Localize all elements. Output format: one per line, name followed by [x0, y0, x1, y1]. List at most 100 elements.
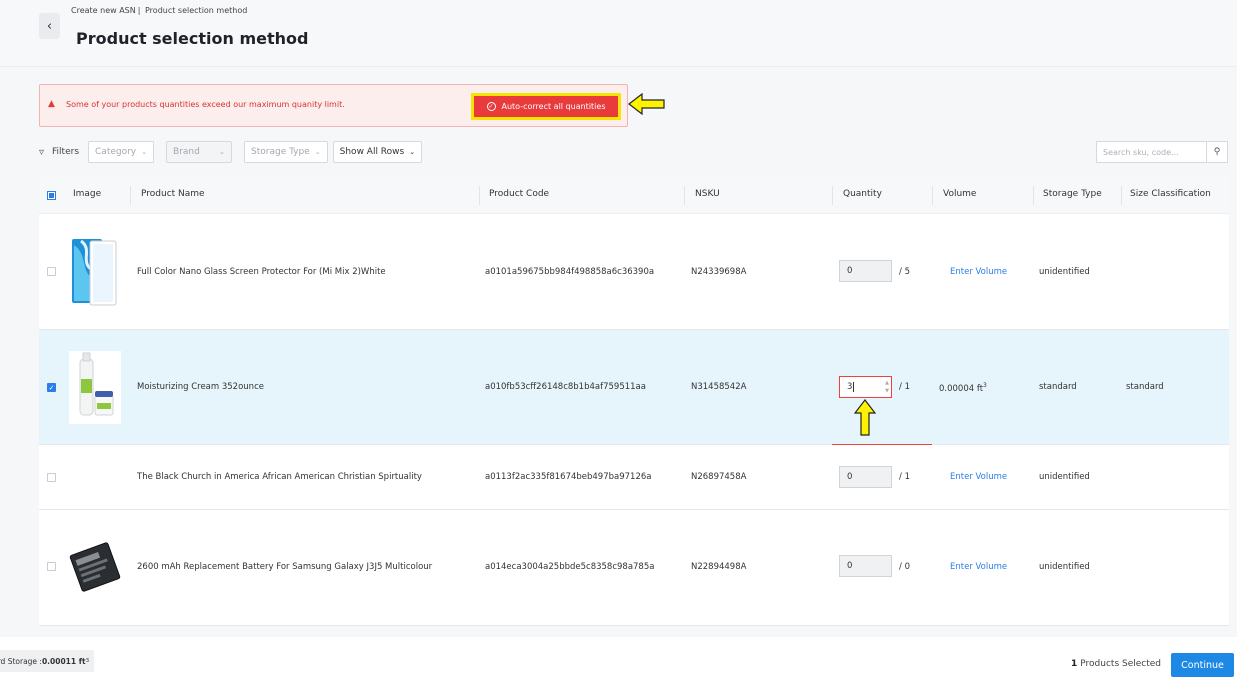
table-row[interactable]: ✓ Moisturizing Cream 352ounce a010fb53cf…: [39, 330, 1229, 445]
column-divider: [1033, 186, 1034, 205]
storage-type: standard: [1039, 382, 1077, 392]
breadcrumb-item-create-asn[interactable]: Create new ASN: [71, 6, 136, 15]
brand-dropdown-label: Brand: [173, 147, 200, 157]
column-divider: [1121, 186, 1122, 205]
quantity-input[interactable]: 3 ▲ ▼: [839, 376, 892, 398]
volume-value: 0.00004 ft3: [939, 382, 987, 394]
cubic-superscript: 3: [983, 382, 987, 389]
quantity-limit: / 5: [899, 267, 910, 277]
col-size-classification: Size Classification: [1130, 189, 1211, 199]
product-image-screen-protector: [69, 235, 121, 308]
funnel-icon: ▿: [39, 146, 45, 158]
search-icon: ⚲: [1213, 147, 1221, 157]
column-divider: [130, 186, 131, 205]
enter-volume-link[interactable]: Enter Volume: [950, 562, 1007, 572]
row-checkbox[interactable]: [47, 562, 56, 571]
breadcrumb-item-current: Product selection method: [145, 6, 248, 15]
chevron-down-icon: ⌄: [409, 148, 416, 156]
product-code: a0101a59675bb984f498858a6c36390a: [485, 267, 655, 277]
nsku: N24339698A: [691, 267, 747, 277]
row-checkbox[interactable]: [47, 267, 56, 276]
storage-type-dropdown[interactable]: Storage Type ⌄: [244, 141, 328, 163]
alert-message: Some of your products quantities exceed …: [66, 100, 345, 109]
quantity-value: 3: [847, 382, 853, 392]
row-checkbox[interactable]: ✓: [47, 383, 56, 392]
page-title: Product selection method: [76, 29, 309, 48]
filter-bar: ▿ Filters Category ⌄ Brand ⌄ Storage Type ⌄…: [39, 141, 434, 163]
quantity-input[interactable]: 0: [839, 260, 892, 282]
quantity-limit-alert: ▲ Some of your products quantities excee…: [39, 84, 628, 127]
product-name: Full Color Nano Glass Screen Protector F…: [137, 267, 386, 277]
enter-volume-link[interactable]: Enter Volume: [950, 267, 1007, 277]
nsku: N31458542A: [691, 382, 747, 392]
quantity-value: 0: [847, 266, 853, 276]
table-row[interactable]: The Black Church in America African Amer…: [39, 445, 1229, 510]
select-all-checkbox[interactable]: [47, 191, 56, 200]
quantity-limit: / 1: [899, 382, 910, 392]
back-button[interactable]: ‹: [39, 13, 60, 39]
filters-label: Filters: [52, 147, 80, 157]
stepper-arrows-icon[interactable]: ▲ ▼: [885, 379, 889, 395]
selected-count-label: Products Selected: [1080, 659, 1162, 669]
products-selected-count: 1 Products Selected: [1071, 659, 1161, 669]
page-header: ‹ Create new ASN | Product selection meth…: [0, 0, 1237, 67]
size-classification: standard: [1126, 382, 1164, 392]
quantity-value: 0: [847, 561, 853, 571]
nsku: N22894498A: [691, 562, 747, 572]
col-image: Image: [73, 189, 102, 199]
annotation-arrow-left-icon: [628, 93, 665, 115]
show-rows-dropdown-label: Show All Rows: [339, 147, 405, 157]
product-code: a014eca3004a25bbde5c8358c98a785a: [485, 562, 655, 572]
category-dropdown[interactable]: Category ⌄: [88, 141, 155, 163]
continue-button[interactable]: Continue: [1171, 653, 1234, 677]
footer-bar: ard Storage :0.00011 ft3 1Products Selec…: [0, 637, 1237, 681]
quantity-input[interactable]: 0: [839, 555, 892, 577]
column-divider: [479, 186, 480, 205]
quantity-input[interactable]: 0: [839, 466, 892, 488]
show-rows-dropdown[interactable]: Show All Rows ⌄: [332, 141, 423, 163]
chevron-down-icon: ⌄: [141, 148, 148, 156]
storage-value: 0.00011 ft: [41, 656, 86, 666]
quantity-limit: / 0: [899, 562, 910, 572]
auto-correct-button[interactable]: ✓ Auto-correct all quantities: [471, 93, 621, 120]
search-input[interactable]: [1097, 142, 1207, 162]
products-table: Image Product Name Product Code NSKU Qua…: [39, 177, 1229, 626]
quantity-value: 0: [847, 472, 853, 482]
warning-triangle-icon: ▲: [48, 99, 55, 109]
storage-type: unidentified: [1039, 267, 1090, 277]
product-code: a0113f2ac335f81674beb497ba97126a: [485, 472, 652, 482]
table-row[interactable]: Full Color Nano Glass Screen Protector F…: [39, 214, 1229, 330]
table-row[interactable]: 2600 mAh Replacement Battery For Samsung…: [39, 510, 1229, 626]
check-circle-icon: ✓: [486, 102, 496, 111]
volume-text: 0.00004 ft: [939, 383, 984, 394]
annotation-arrow-up-icon: [854, 399, 876, 436]
breadcrumb-separator: |: [137, 6, 141, 15]
chevron-down-icon: ⌄: [314, 148, 321, 156]
storage-type: unidentified: [1039, 562, 1090, 572]
col-quantity: Quantity: [843, 189, 882, 199]
product-name: Moisturizing Cream 352ounce: [137, 382, 264, 392]
storage-type: unidentified: [1039, 472, 1090, 482]
text-caret: [853, 382, 855, 392]
col-product-name: Product Name: [141, 189, 205, 199]
row-checkbox[interactable]: [47, 473, 56, 482]
storage-summary: ard Storage :0.00011 ft3: [0, 650, 94, 672]
product-code: a010fb53cff26148c8b1b4af759511aa: [485, 382, 646, 392]
auto-correct-label: Auto-correct all quantities: [501, 102, 606, 111]
enter-volume-link[interactable]: Enter Volume: [950, 472, 1007, 482]
nsku: N26897458A: [691, 472, 747, 482]
product-image-moisturizing-cream: [69, 351, 121, 424]
search-button[interactable]: ⚲: [1206, 142, 1227, 162]
cubic-superscript: 3: [85, 658, 90, 664]
table-header: Image Product Name Product Code NSKU Qua…: [39, 177, 1229, 214]
col-nsku: NSKU: [695, 189, 720, 199]
col-storage-type: Storage Type: [1043, 189, 1102, 199]
product-name: The Black Church in America African Amer…: [137, 472, 422, 482]
col-product-code: Product Code: [489, 189, 550, 199]
column-divider: [684, 186, 685, 205]
col-volume: Volume: [943, 189, 977, 199]
chevron-down-icon: ⌄: [219, 148, 226, 156]
search-box: ⚲: [1096, 141, 1228, 163]
storage-label: ard Storage :: [0, 656, 42, 666]
brand-dropdown[interactable]: Brand ⌄: [166, 141, 233, 163]
